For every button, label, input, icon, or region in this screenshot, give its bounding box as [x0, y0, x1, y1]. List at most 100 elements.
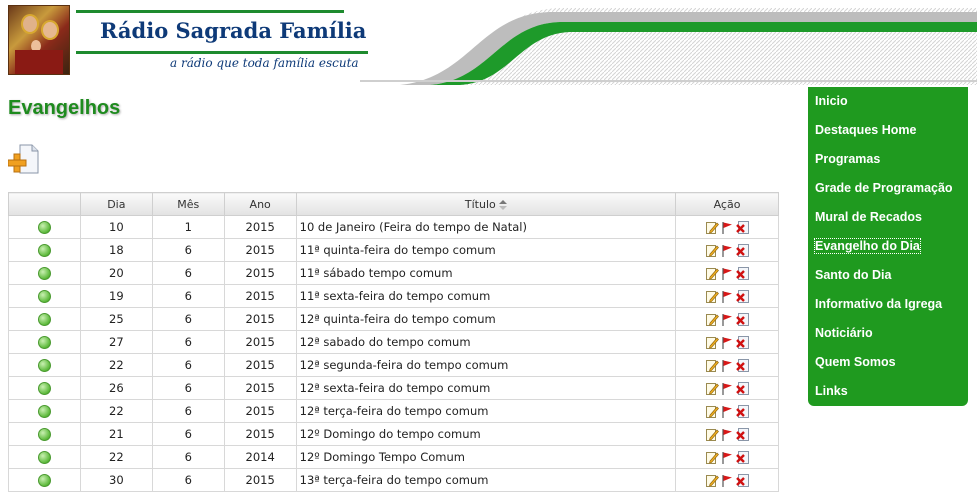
cell-mes: 6 — [151, 376, 225, 400]
edit-pencil-icon[interactable] — [705, 474, 719, 487]
table-row: 22 6 2015 12ª segunda-feira do tempo comum — [8, 353, 779, 377]
edit-pencil-icon[interactable] — [705, 359, 719, 372]
delete-x-icon[interactable] — [735, 405, 749, 418]
red-flag-icon[interactable] — [721, 428, 734, 441]
sidebar-item-programas[interactable]: Programas — [815, 152, 880, 166]
red-flag-icon[interactable] — [721, 290, 734, 303]
red-flag-icon[interactable] — [721, 336, 734, 349]
delete-x-icon[interactable] — [735, 313, 749, 326]
header-titulo[interactable]: Título — [295, 192, 677, 216]
cell-ano: 2015 — [223, 307, 297, 331]
cell-dia: 10 — [79, 215, 153, 239]
cell-dia: 25 — [79, 307, 153, 331]
status-green-dot-icon[interactable] — [37, 474, 51, 487]
edit-pencil-icon[interactable] — [705, 244, 719, 257]
site-title: Rádio Sagrada Família — [100, 18, 367, 43]
cell-titulo: 12ª terça-feira do tempo comum — [295, 399, 677, 423]
cell-ano: 2015 — [223, 399, 297, 423]
table-row: 19 6 2015 11ª sexta-feira do tempo comum — [8, 284, 779, 308]
sidebar-item-destaques-home[interactable]: Destaques Home — [815, 123, 916, 137]
edit-pencil-icon[interactable] — [705, 290, 719, 303]
status-green-dot-icon[interactable] — [37, 313, 51, 326]
status-green-dot-icon[interactable] — [37, 336, 51, 349]
cell-mes: 6 — [151, 353, 225, 377]
cell-ano: 2015 — [223, 468, 297, 492]
add-evangelho-button[interactable] — [7, 142, 40, 174]
header-dia[interactable]: Dia — [79, 192, 153, 216]
delete-x-icon[interactable] — [735, 382, 749, 395]
sidebar-item-quem-somos[interactable]: Quem Somos — [815, 355, 896, 369]
delete-x-icon[interactable] — [735, 221, 749, 234]
cell-dia: 30 — [79, 468, 153, 492]
header-top-rule — [76, 10, 344, 13]
sidebar-item-links[interactable]: Links — [815, 384, 848, 398]
red-flag-icon[interactable] — [721, 451, 734, 464]
cell-ano: 2014 — [223, 445, 297, 469]
sidebar-item-evangelho-do-dia[interactable]: Evangelho do Dia — [814, 238, 921, 254]
edit-pencil-icon[interactable] — [705, 451, 719, 464]
page-title: Evangelhos — [8, 97, 121, 119]
delete-x-icon[interactable] — [735, 336, 749, 349]
sidebar-item-inicio[interactable]: Inicio — [815, 94, 848, 108]
table-row: 25 6 2015 12ª quinta-feira do tempo comum — [8, 307, 779, 331]
edit-pencil-icon[interactable] — [705, 405, 719, 418]
cell-titulo: 12ª segunda-feira do tempo comum — [295, 353, 677, 377]
edit-pencil-icon[interactable] — [705, 221, 719, 234]
evangelhos-table: Dia Mês Ano Título Ação 10 1 2015 10 de Jan… — [8, 192, 779, 492]
red-flag-icon[interactable] — [721, 474, 734, 487]
delete-x-icon[interactable] — [735, 267, 749, 280]
edit-pencil-icon[interactable] — [705, 428, 719, 441]
edit-pencil-icon[interactable] — [705, 382, 719, 395]
status-green-dot-icon[interactable] — [37, 382, 51, 395]
delete-x-icon[interactable] — [735, 290, 749, 303]
cell-ano: 2015 — [223, 353, 297, 377]
table-row: 21 6 2015 12º Domingo do tempo comum — [8, 422, 779, 446]
red-flag-icon[interactable] — [721, 221, 734, 234]
status-green-dot-icon[interactable] — [37, 290, 51, 303]
cell-titulo: 12º Domingo do tempo comum — [295, 422, 677, 446]
cell-mes: 6 — [151, 422, 225, 446]
sidebar-item-noticiario[interactable]: Noticiário — [815, 326, 873, 340]
delete-x-icon[interactable] — [735, 474, 749, 487]
sidebar-nav: Inicio Destaques Home Programas Grade de Pr… — [808, 87, 968, 406]
status-green-dot-icon[interactable] — [37, 244, 51, 257]
red-flag-icon[interactable] — [721, 267, 734, 280]
sidebar-item-informativo-da-igrega[interactable]: Informativo da Igrega — [815, 297, 942, 311]
header-titulo-label: Título — [464, 197, 496, 211]
cell-mes: 1 — [151, 215, 225, 239]
red-flag-icon[interactable] — [721, 405, 734, 418]
table-row: 27 6 2015 12ª sabado do tempo comum — [8, 330, 779, 354]
cell-acao — [675, 330, 779, 354]
red-flag-icon[interactable] — [721, 359, 734, 372]
header-acao: Ação — [675, 192, 779, 216]
delete-x-icon[interactable] — [735, 451, 749, 464]
delete-x-icon[interactable] — [735, 428, 749, 441]
status-cell — [8, 445, 81, 469]
red-flag-icon[interactable] — [721, 313, 734, 326]
delete-x-icon[interactable] — [735, 244, 749, 257]
cell-acao — [675, 468, 779, 492]
edit-pencil-icon[interactable] — [705, 336, 719, 349]
status-green-dot-icon[interactable] — [37, 359, 51, 372]
status-green-dot-icon[interactable] — [37, 451, 51, 464]
edit-pencil-icon[interactable] — [705, 267, 719, 280]
sidebar-item-santo-do-dia[interactable]: Santo do Dia — [815, 268, 891, 282]
status-green-dot-icon[interactable] — [37, 428, 51, 441]
cell-dia: 26 — [79, 376, 153, 400]
cell-dia: 22 — [79, 353, 153, 377]
red-flag-icon[interactable] — [721, 382, 734, 395]
status-green-dot-icon[interactable] — [37, 221, 51, 234]
edit-pencil-icon[interactable] — [705, 313, 719, 326]
cell-ano: 2015 — [223, 215, 297, 239]
sidebar-item-mural-de-recados[interactable]: Mural de Recados — [815, 210, 922, 224]
status-green-dot-icon[interactable] — [37, 405, 51, 418]
header-mes[interactable]: Mês — [151, 192, 225, 216]
delete-x-icon[interactable] — [735, 359, 749, 372]
sidebar-item-grade-de-programacao[interactable]: Grade de Programação — [815, 181, 953, 195]
status-green-dot-icon[interactable] — [37, 267, 51, 280]
header-ano[interactable]: Ano — [223, 192, 297, 216]
red-flag-icon[interactable] — [721, 244, 734, 257]
cell-titulo: 12ª sabado do tempo comum — [295, 330, 677, 354]
header-swoosh-graphic — [360, 8, 977, 85]
cell-acao — [675, 307, 779, 331]
